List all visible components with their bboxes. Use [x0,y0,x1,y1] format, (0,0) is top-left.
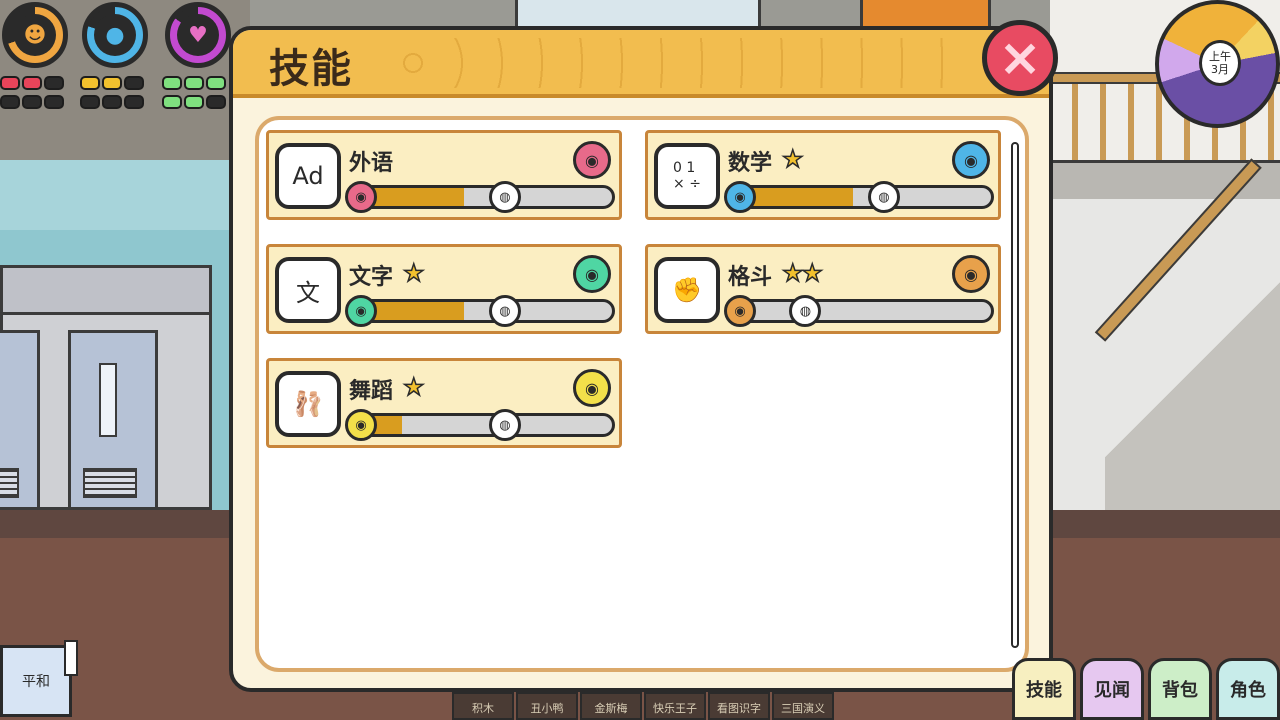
stat-ring-2[interactable]: ● [82,2,148,68]
skill-level-start-icon: ◉ [345,295,377,327]
staircase [1105,230,1280,510]
skill-level-start-icon: ◉ [345,181,377,213]
skill-progress-bar [353,185,615,209]
skill-type-badge-icon: ◉ [573,369,611,407]
gingerbread-icon: ☻ [23,22,47,48]
book-item[interactable]: 看图识字 [708,692,770,720]
locker [0,330,40,510]
blob-icon: ● [105,22,125,48]
stat-pips-2 [80,76,150,112]
skill-milestone-icon: ◍ [488,409,521,441]
clock-period: 上午 [1209,50,1231,63]
skill-level-start-icon: ◉ [345,409,377,441]
stat-pips-1 [0,76,70,112]
skill-level-start-icon: ◉ [724,295,756,327]
menu-label: 背包 [1162,680,1198,701]
skill-milestone-icon: ◍ [488,295,521,327]
book-item[interactable]: 三国演义 [772,692,834,720]
close-icon: × [998,28,1042,88]
menu-experience-button[interactable]: 见闻 [1080,658,1144,720]
book-item[interactable]: 金斯梅 [580,692,642,720]
counter-top [0,265,212,315]
header-ornament [393,38,959,88]
book-item[interactable]: 丑小鸭 [516,692,578,720]
skill-progress-bar [732,185,994,209]
menu-skills-button[interactable]: 技能 [1012,658,1076,720]
menu-label: 见闻 [1094,680,1130,701]
book-item[interactable]: 积木 [452,692,514,720]
skill-icon: 文 [275,257,341,323]
skill-icon: 0 1 × ÷ [654,143,720,209]
skill-icon: 🩰 [275,371,341,437]
skill-card[interactable]: Ad 外语 ◉ ◉ ◍ [266,130,622,220]
skill-milestone-icon: ◍ [867,181,900,213]
mood-label: 平和 [22,674,50,690]
stat-ring-3[interactable]: ♥ [165,2,231,68]
skill-icon: ✊ [654,257,720,323]
skill-progress-bar [353,299,615,323]
skill-name: 文字 [349,265,394,290]
skill-name: 舞蹈 [349,379,394,404]
mood-flag-icon [64,640,78,676]
skill-card[interactable]: 🩰 舞蹈 ★ ◉ ◉ ◍ [266,358,622,448]
menu-backpack-button[interactable]: 背包 [1148,658,1212,720]
close-button[interactable]: × [982,20,1058,96]
menu-label: 角色 [1230,680,1266,701]
skill-progress-bar [732,299,994,323]
skill-stars: ★★ [781,258,824,288]
stat-ring-1[interactable]: ☻ [2,2,68,68]
menu-label: 技能 [1026,680,1062,701]
heart-icon: ♥ [188,22,208,48]
skill-stars: ★ [402,258,425,288]
panel-header: 技能 [233,30,1049,98]
book-item[interactable]: 快乐王子 [644,692,706,720]
skill-stars: ★ [781,144,804,174]
skill-name: 格斗 [728,265,773,290]
panel-title: 技能 [269,46,353,92]
skill-name: 外语 [349,151,394,176]
menu-character-button[interactable]: 角色 [1216,658,1280,720]
skill-stars: ★ [402,372,425,402]
skill-type-badge-icon: ◉ [573,141,611,179]
book-shelf: 积木 丑小鸭 金斯梅 快乐王子 看图识字 三国演义 [452,692,834,720]
skill-type-badge-icon: ◉ [952,255,990,293]
clock-month: 3月 [1211,63,1229,76]
skills-panel: 技能 Ad 外语 ◉ ◉ ◍ 0 1 × ÷ 数学 ★ ◉ ◉ ◍ 文文字 ★ ◉ ◉ ◍ ✊ 格斗 ★★ ◉ ◉ ◍ 🩰 舞… [229,26,1053,692]
scrollbar[interactable] [1011,142,1019,648]
skill-name: 数学 [728,151,773,176]
skill-level-start-icon: ◉ [724,181,756,213]
skill-progress-bar [353,413,615,437]
locker [68,330,158,510]
skill-icon: Ad [275,143,341,209]
skill-type-badge-icon: ◉ [952,141,990,179]
mood-card[interactable]: 平和 [0,645,72,717]
skill-card[interactable]: ✊ 格斗 ★★ ◉ ◉ ◍ [645,244,1001,334]
skill-card[interactable]: 文文字 ★ ◉ ◉ ◍ [266,244,622,334]
skill-card[interactable]: 0 1 × ÷ 数学 ★ ◉ ◉ ◍ [645,130,1001,220]
skill-type-badge-icon: ◉ [573,255,611,293]
skill-milestone-icon: ◍ [488,181,521,213]
stat-pips-3 [162,76,232,112]
clock-center: 上午 3月 [1199,40,1241,86]
